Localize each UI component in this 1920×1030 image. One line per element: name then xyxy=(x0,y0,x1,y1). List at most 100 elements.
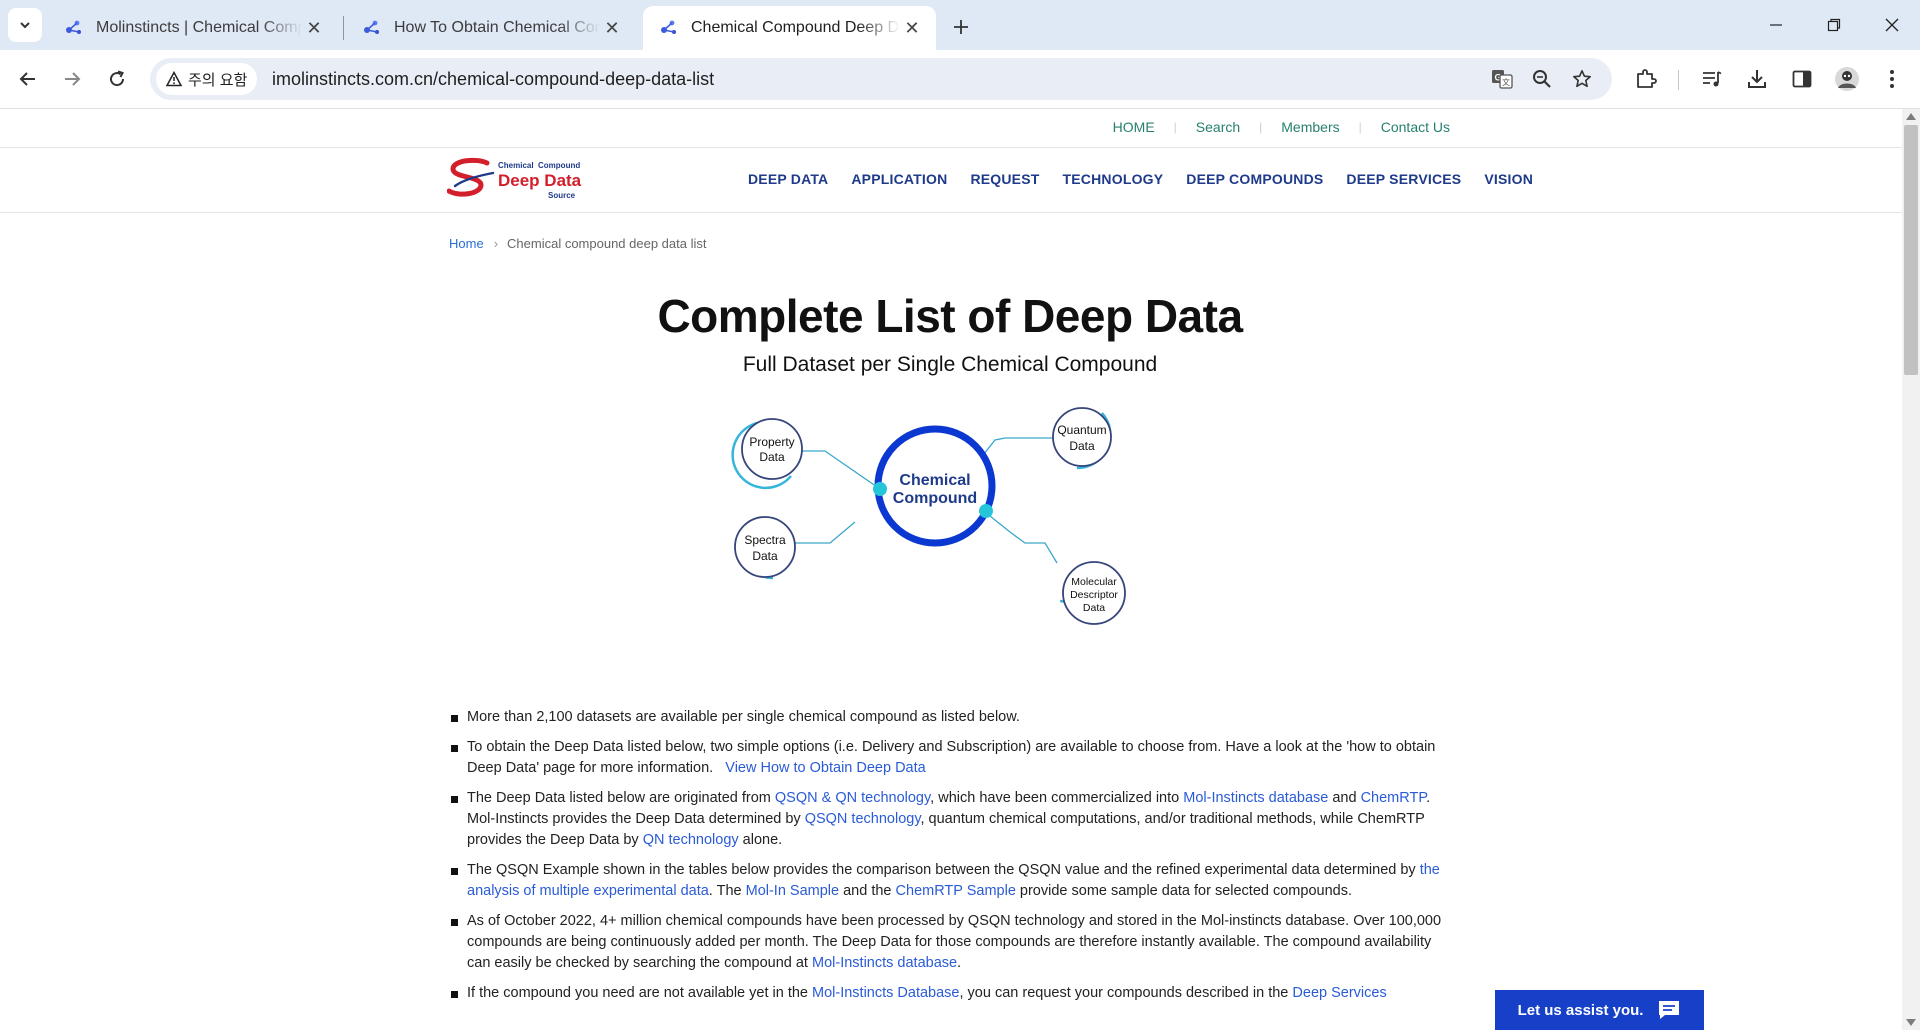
bullet-text: The Deep Data listed below are originate… xyxy=(467,790,775,806)
download-icon[interactable] xyxy=(1741,63,1773,95)
tab-how-to-obtain[interactable]: How To Obtain Chemical Com ✕ xyxy=(346,6,636,50)
site-logo[interactable]: Chemical Compound Deep Data Source xyxy=(447,156,597,202)
bullet-text: , you can request your compounds describ… xyxy=(959,985,1293,1001)
reload-icon xyxy=(110,70,125,87)
util-link-search[interactable]: Search xyxy=(1196,119,1240,135)
node-molecular-descriptor-data: Molecular Descriptor Data xyxy=(1059,561,1126,625)
page-title: Complete List of Deep Data xyxy=(657,290,1243,342)
minimize-button[interactable] xyxy=(1748,0,1804,50)
tab-deep-data-list[interactable]: Chemical Compound Deep Da ✕ xyxy=(643,6,936,50)
node-property-label-1: Property xyxy=(749,435,794,449)
close-icon[interactable]: ✕ xyxy=(302,16,326,40)
main-nav: Chemical Compound Deep Data Source DEEP … xyxy=(0,148,1902,213)
util-link-members[interactable]: Members xyxy=(1281,119,1339,135)
divider: | xyxy=(1173,120,1177,134)
forward-button[interactable] xyxy=(54,61,90,97)
tab-title: How To Obtain Chemical Com xyxy=(394,19,600,36)
logo-text-bottom: Source xyxy=(548,191,576,200)
bullet-text: . The xyxy=(708,883,746,899)
util-link-home[interactable]: HOME xyxy=(1113,119,1155,135)
tab-bar: Molinstincts | Chemical Compo ✕ How To O… xyxy=(0,0,1920,50)
nav-application[interactable]: APPLICATION xyxy=(851,171,947,187)
link-mol-instincts-database[interactable]: Mol-Instincts database xyxy=(1183,790,1328,806)
close-window-button[interactable] xyxy=(1864,0,1920,50)
bullet-text: More than 2,100 datasets are available p… xyxy=(467,709,1020,725)
intro-content: More than 2,100 datasets are available p… xyxy=(449,707,1449,1013)
util-link-contact[interactable]: Contact Us xyxy=(1381,119,1450,135)
utility-nav: HOME | Search | Members | Contact Us xyxy=(0,109,1902,148)
close-icon[interactable]: ✕ xyxy=(900,16,924,40)
nav-deep-services[interactable]: DEEP SERVICES xyxy=(1346,171,1461,187)
close-icon xyxy=(1885,18,1899,32)
nav-deep-compounds[interactable]: DEEP COMPOUNDS xyxy=(1186,171,1323,187)
node-quantum-label-1: Quantum xyxy=(1057,423,1106,437)
bullet-text: provide some sample data for selected co… xyxy=(1015,883,1352,899)
link-chemrtp-sample[interactable]: ChemRTP Sample xyxy=(896,883,1016,899)
bullet-text: , which have been commercialized into xyxy=(930,790,1184,806)
assist-chat-button[interactable]: Let us assist you. xyxy=(1495,990,1704,1030)
tab-title: Molinstincts | Chemical Compo xyxy=(96,19,302,36)
bookmark-star-icon[interactable] xyxy=(1568,65,1596,93)
center-node: Chemical Compound xyxy=(873,425,996,547)
link-deep-services[interactable]: Deep Services xyxy=(1292,985,1386,1001)
extensions-icon[interactable] xyxy=(1630,63,1662,95)
reload-button[interactable] xyxy=(99,61,135,97)
bullet-text: alone. xyxy=(738,832,783,848)
page-subtitle: Full Dataset per Single Chemical Compoun… xyxy=(742,353,1158,376)
scroll-down-arrow-icon[interactable] xyxy=(1906,1019,1916,1026)
logo-text-top: Chemical Compound xyxy=(498,161,580,170)
node-descriptor-label-3: Data xyxy=(1083,602,1105,614)
media-queue-icon[interactable] xyxy=(1696,63,1728,95)
page-viewport: HOME | Search | Members | Contact Us Che… xyxy=(0,109,1902,1030)
translate-icon[interactable]: G文 xyxy=(1488,65,1516,93)
link-qsqn-qn-technology[interactable]: QSQN & QN technology xyxy=(775,790,930,806)
nav-technology[interactable]: TECHNOLOGY xyxy=(1063,171,1164,187)
link-mol-instincts-database-3[interactable]: Mol-Instincts Database xyxy=(812,985,959,1001)
tab-divider xyxy=(343,16,344,40)
browser-toolbar: 주의 요함 imolinstincts.com.cn/chemical-comp… xyxy=(0,50,1920,109)
nav-vision[interactable]: VISION xyxy=(1484,171,1533,187)
address-bar[interactable]: 주의 요함 imolinstincts.com.cn/chemical-comp… xyxy=(150,58,1612,100)
new-tab-button[interactable] xyxy=(944,10,978,44)
node-quantum-label-2: Data xyxy=(1069,439,1095,453)
link-chemrtp[interactable]: ChemRTP xyxy=(1361,790,1427,806)
link-view-how-to-obtain[interactable]: View How to Obtain Deep Data xyxy=(725,760,925,776)
link-qsqn-technology[interactable]: QSQN technology xyxy=(805,811,921,827)
bullet-text: If the compound you need are not availab… xyxy=(467,985,813,1001)
chevron-down-icon xyxy=(20,22,30,29)
security-chip[interactable]: 주의 요함 xyxy=(156,63,258,95)
restore-button[interactable] xyxy=(1806,0,1862,50)
link-mol-instincts-database-2[interactable]: Mol-Instincts database xyxy=(812,955,957,971)
nav-request[interactable]: REQUEST xyxy=(970,171,1039,187)
scroll-thumb[interactable] xyxy=(1904,125,1918,375)
browser-menu-button[interactable] xyxy=(1876,63,1908,95)
scroll-up-arrow-icon[interactable] xyxy=(1906,113,1916,120)
close-icon[interactable]: ✕ xyxy=(600,16,624,40)
chat-icon xyxy=(1659,1001,1680,1019)
intro-list: More than 2,100 datasets are available p… xyxy=(449,707,1449,1004)
security-chip-label: 주의 요함 xyxy=(188,71,248,89)
chevron-right-icon: › xyxy=(493,236,499,251)
list-item: If the compound you need are not availab… xyxy=(449,983,1449,1004)
arrow-right-icon xyxy=(65,72,81,86)
url-text[interactable]: imolinstincts.com.cn/chemical-compound-d… xyxy=(272,69,714,90)
node-property-data: Property Data xyxy=(731,418,803,490)
tab-search-button[interactable] xyxy=(8,8,42,42)
breadcrumb-home[interactable]: Home xyxy=(449,236,484,251)
avatar[interactable] xyxy=(1831,63,1863,95)
toolbar-divider xyxy=(1678,70,1679,90)
arrow-left-icon xyxy=(19,72,35,86)
tab-molinstincts[interactable]: Molinstincts | Chemical Compo ✕ xyxy=(48,6,338,50)
zoom-icon[interactable] xyxy=(1528,65,1556,93)
page-scrollbar[interactable] xyxy=(1902,109,1920,1030)
link-mol-in-sample[interactable]: Mol-In Sample xyxy=(746,883,839,899)
node-quantum-data: Quantum Data xyxy=(1052,407,1112,470)
node-descriptor-label-2: Descriptor xyxy=(1070,589,1118,601)
node-descriptor-label-1: Molecular xyxy=(1071,576,1117,588)
link-qn-technology[interactable]: QN technology xyxy=(643,832,739,848)
nav-deep-data[interactable]: DEEP DATA xyxy=(748,171,828,187)
profile-avatar-icon xyxy=(1835,67,1859,91)
center-label-2: Compound xyxy=(893,490,977,507)
side-panel-icon[interactable] xyxy=(1786,63,1818,95)
back-button[interactable] xyxy=(10,61,46,97)
